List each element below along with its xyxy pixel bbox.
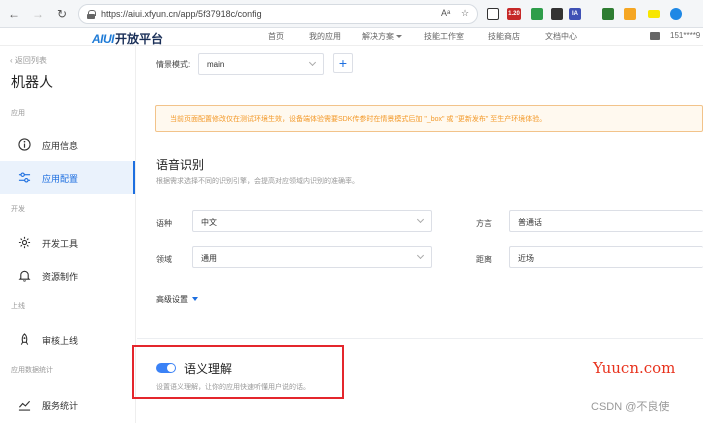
- sidebar-item-label: 应用信息: [42, 141, 79, 151]
- back-arrow-icon[interactable]: ←: [6, 6, 22, 22]
- lock-icon: [87, 10, 96, 19]
- sidebar-item-service-stats[interactable]: 服务统计: [0, 388, 135, 421]
- sidebar-item-app-config[interactable]: 应用配置: [0, 161, 135, 194]
- nav-home[interactable]: 首页: [268, 31, 284, 42]
- scene-select[interactable]: main: [198, 53, 324, 75]
- logo[interactable]: AIUI开放平台: [92, 30, 163, 47]
- address-bar[interactable]: https://aiui.xfyun.cn/app/5f37918c/confi…: [78, 4, 478, 24]
- site-watermark: Yuucn.com: [593, 359, 676, 377]
- sidebar: ‹ 返回列表 机器人 应用 应用信息 应用配置 开发 开发工具 资源制作 上线 …: [0, 46, 136, 423]
- nav-docs[interactable]: 文档中心: [545, 31, 577, 42]
- speech-desc: 根据需求选择不同的识别引擎，会提高对应领域内识别的准确率。: [156, 178, 359, 185]
- speech-title: 语音识别: [156, 158, 205, 172]
- nav-skill-studio[interactable]: 技能工作室: [424, 31, 464, 42]
- url-text[interactable]: https://aiui.xfyun.cn/app/5f37918c/confi…: [101, 9, 262, 19]
- favorite-star-icon[interactable]: ☆: [461, 8, 469, 19]
- extension-blue-icon[interactable]: [670, 8, 682, 20]
- user-account[interactable]: 151****9: [670, 31, 700, 40]
- extension-shield-icon[interactable]: [624, 8, 636, 20]
- app-name: 机器人: [11, 74, 53, 90]
- language-select[interactable]: 中文: [192, 210, 432, 232]
- forward-arrow-icon[interactable]: →: [30, 6, 46, 22]
- chevron-down-icon: [308, 58, 317, 67]
- extension-yellow-icon[interactable]: [648, 10, 660, 18]
- chevron-down-icon: [416, 251, 425, 260]
- highlight-box: [132, 345, 344, 399]
- reader-mode-icon[interactable]: Aᵃ: [441, 8, 450, 18]
- extension-leaf-icon[interactable]: [531, 8, 543, 20]
- chevron-down-icon: [416, 215, 425, 224]
- distance-select[interactable]: 近场: [509, 246, 703, 268]
- dialect-select[interactable]: 普通话: [509, 210, 703, 232]
- extension-dark-icon[interactable]: [551, 8, 563, 20]
- scene-label: 情景模式:: [156, 60, 191, 69]
- nav-solutions[interactable]: 解决方案: [362, 31, 402, 42]
- section-label-online: 上线: [11, 303, 25, 310]
- add-scene-button[interactable]: +: [333, 53, 353, 73]
- mail-icon[interactable]: [650, 32, 660, 40]
- extension-ia-icon[interactable]: IA: [569, 8, 581, 20]
- chevron-down-icon: [396, 35, 402, 38]
- section-label-stats: 应用数据统计: [11, 367, 53, 374]
- sidebar-item-app-info[interactable]: 应用信息: [0, 128, 135, 161]
- notice-banner: 当前页面配置修改仅在测试环境生效，设备端体验需要SDK传参时在情景模式后加 "_…: [155, 105, 703, 132]
- chart-icon: [18, 400, 31, 411]
- site-header: AIUI开放平台 首页 我的应用 解决方案 技能工作室 技能商店 文档中心 15…: [0, 28, 703, 46]
- sidebar-item-dev-tools[interactable]: 开发工具: [0, 226, 135, 259]
- notice-text: 当前页面配置修改仅在测试环境生效，设备端体验需要SDK传参时在情景模式后加 "_…: [170, 116, 547, 123]
- advanced-settings-toggle[interactable]: 高级设置: [156, 294, 198, 305]
- section-label-app: 应用: [11, 110, 25, 117]
- browser-toolbar: ← → ↻ https://aiui.xfyun.cn/app/5f37918c…: [0, 0, 703, 28]
- section-divider: [137, 338, 703, 339]
- domain-label: 领域: [156, 255, 172, 264]
- sidebar-item-label: 服务统计: [42, 401, 79, 411]
- info-icon: [18, 138, 31, 151]
- sidebar-item-label: 资源制作: [42, 272, 79, 282]
- sidebar-item-label: 开发工具: [42, 239, 79, 249]
- sliders-icon: [18, 172, 31, 183]
- extension-square-icon[interactable]: [487, 8, 499, 20]
- section-label-dev: 开发: [11, 206, 25, 213]
- extension-green-icon[interactable]: [602, 8, 614, 20]
- bell-icon: [18, 270, 31, 282]
- reload-icon[interactable]: ↻: [54, 6, 70, 22]
- rocket-icon: [20, 333, 29, 345]
- csdn-watermark: CSDN @不良使: [591, 401, 670, 413]
- nav-skill-store[interactable]: 技能商店: [488, 31, 520, 42]
- language-label: 语种: [156, 219, 172, 228]
- dialect-label: 方言: [476, 219, 492, 228]
- nav-my-apps[interactable]: 我的应用: [309, 31, 341, 42]
- sidebar-item-review[interactable]: 审核上线: [0, 323, 135, 356]
- sidebar-item-label: 审核上线: [42, 336, 79, 346]
- caret-down-icon: [192, 297, 198, 301]
- distance-label: 距离: [476, 255, 492, 264]
- extension-badge[interactable]: 1.20: [507, 8, 521, 20]
- sidebar-item-resources[interactable]: 资源制作: [0, 259, 135, 292]
- domain-select[interactable]: 通用: [192, 246, 432, 268]
- sidebar-item-label: 应用配置: [42, 174, 79, 184]
- gear-icon: [18, 236, 31, 249]
- back-link[interactable]: ‹ 返回列表: [10, 55, 47, 66]
